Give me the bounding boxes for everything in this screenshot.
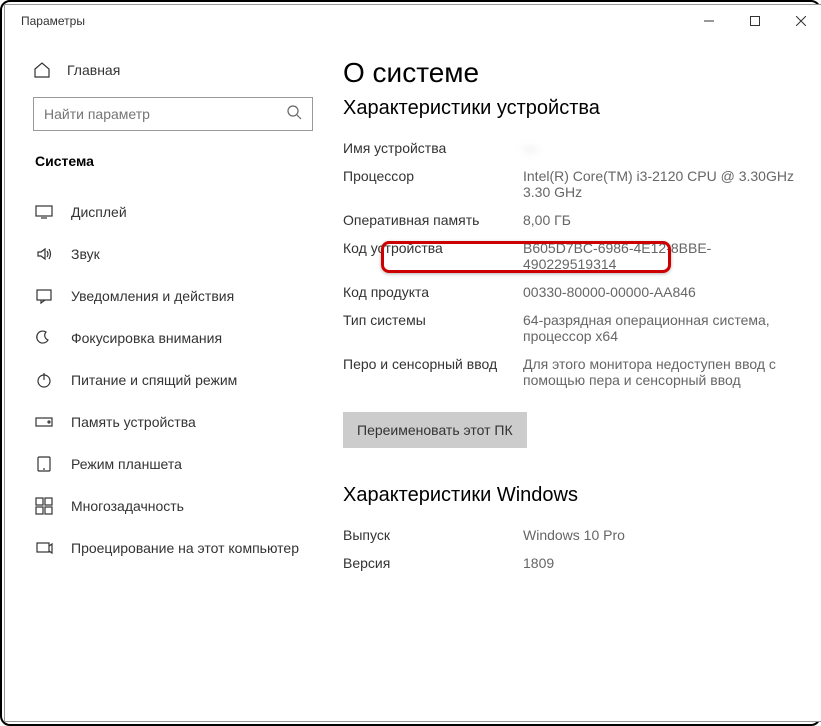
rename-pc-button[interactable]: Переименовать этот ПК <box>343 412 527 448</box>
spec-cpu: Процессор Intel(R) Core(TM) i3-2120 CPU … <box>343 162 794 206</box>
spec-label: Выпуск <box>343 527 523 543</box>
spec-label: Оперативная память <box>343 212 523 228</box>
spec-value: 1809 <box>523 555 794 571</box>
home-icon <box>33 61 51 79</box>
titlebar: Параметры <box>5 5 821 37</box>
focus-icon <box>35 329 53 347</box>
sidebar-item-focus[interactable]: Фокусировка внимания <box>33 317 313 359</box>
sound-icon <box>35 245 53 263</box>
spec-label: Тип системы <box>343 312 523 344</box>
sidebar-item-label: Режим планшета <box>71 456 182 472</box>
multitask-icon <box>35 497 53 515</box>
spec-device-id: Код устройства B605D7BC-6986-4E12-8BBE-4… <box>343 234 794 278</box>
spec-system-type: Тип системы 64-разрядная операционная си… <box>343 306 794 350</box>
sidebar-item-label: Фокусировка внимания <box>71 330 222 346</box>
sidebar-item-label: Многозадачность <box>71 498 184 514</box>
sidebar-item-project[interactable]: Проецирование на этот компьютер <box>33 527 313 569</box>
page-title: О системе <box>343 57 794 89</box>
spec-label: Код продукта <box>343 284 523 300</box>
maximize-button[interactable] <box>732 5 778 37</box>
spec-value: Intel(R) Core(TM) i3-2120 CPU @ 3.30GHz … <box>523 168 794 200</box>
sidebar-item-label: Звук <box>71 246 100 262</box>
settings-window: Параметры Главная <box>4 4 821 722</box>
search-icon <box>286 104 302 125</box>
sidebar-item-tablet[interactable]: Режим планшета <box>33 443 313 485</box>
spec-ram: Оперативная память 8,00 ГБ <box>343 206 794 234</box>
spec-value: B605D7BC-6986-4E12-8BBE-490229519314 <box>523 240 794 272</box>
spec-value: — <box>523 140 794 156</box>
sidebar-item-label: Дисплей <box>71 204 127 220</box>
sidebar-item-sound[interactable]: Звук <box>33 233 313 275</box>
main-content: О системе Характеристики устройства Имя … <box>333 37 821 721</box>
spec-value: 64-разрядная операционная система, проце… <box>523 312 794 344</box>
sidebar-item-label: Питание и спящий режим <box>71 372 237 388</box>
home-label: Главная <box>67 62 120 78</box>
home-link[interactable]: Главная <box>33 61 313 79</box>
spec-device-name: Имя устройства — <box>343 134 794 162</box>
sidebar-item-multitask[interactable]: Многозадачность <box>33 485 313 527</box>
spec-value: 00330-80000-00000-AA846 <box>523 284 794 300</box>
spec-edition: Выпуск Windows 10 Pro <box>343 521 794 549</box>
spec-product-id: Код продукта 00330-80000-00000-AA846 <box>343 278 794 306</box>
project-icon <box>35 539 53 557</box>
spec-value: 8,00 ГБ <box>523 212 794 228</box>
tablet-icon <box>35 455 53 473</box>
sidebar-item-label: Память устройства <box>71 414 196 430</box>
sidebar: Главная Система Дисплей Звук Уведомления… <box>5 37 333 721</box>
spec-label: Перо и сенсорный ввод <box>343 356 523 388</box>
window-title: Параметры <box>21 14 85 28</box>
sidebar-item-label: Уведомления и действия <box>71 288 234 304</box>
category-title: Система <box>33 153 313 169</box>
storage-icon <box>35 413 53 431</box>
power-icon <box>35 371 53 389</box>
minimize-button[interactable] <box>686 5 732 37</box>
window-controls <box>686 5 821 37</box>
close-button[interactable] <box>778 5 821 37</box>
spec-label: Имя устройства <box>343 140 523 156</box>
spec-pen-touch: Перо и сенсорный ввод Для этого монитора… <box>343 350 794 394</box>
search-input[interactable] <box>44 106 286 122</box>
search-box[interactable] <box>33 97 313 131</box>
sidebar-item-display[interactable]: Дисплей <box>33 191 313 233</box>
spec-value: Для этого монитора недоступен ввод с пом… <box>523 356 794 388</box>
spec-version: Версия 1809 <box>343 549 794 577</box>
display-icon <box>35 203 53 221</box>
spec-label: Код устройства <box>343 240 523 272</box>
sidebar-item-notifications[interactable]: Уведомления и действия <box>33 275 313 317</box>
notifications-icon <box>35 287 53 305</box>
sidebar-item-storage[interactable]: Память устройства <box>33 401 313 443</box>
device-specs-heading: Характеристики устройства <box>343 97 794 120</box>
spec-value: Windows 10 Pro <box>523 527 794 543</box>
sidebar-item-label: Проецирование на этот компьютер <box>71 540 299 556</box>
windows-specs-heading: Характеристики Windows <box>343 484 794 507</box>
spec-label: Версия <box>343 555 523 571</box>
sidebar-item-power[interactable]: Питание и спящий режим <box>33 359 313 401</box>
spec-label: Процессор <box>343 168 523 200</box>
